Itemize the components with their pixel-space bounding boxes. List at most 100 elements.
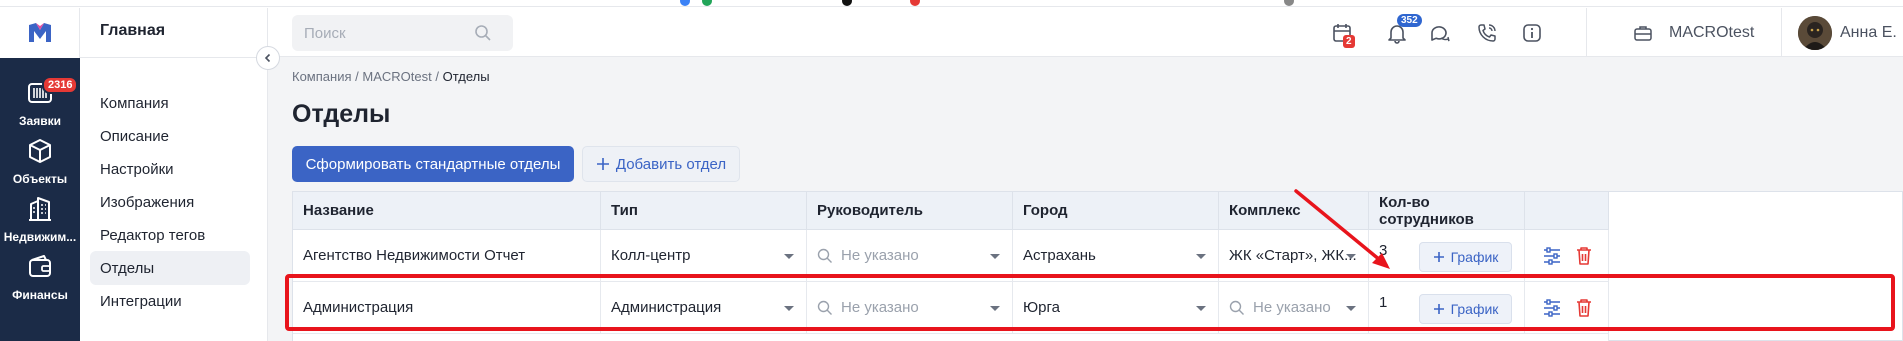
type-select-value: Администрация: [611, 299, 722, 316]
calendar-button[interactable]: 2: [1328, 19, 1356, 48]
phone-icon: [1478, 24, 1496, 42]
column-header-type[interactable]: Тип: [601, 192, 807, 230]
schedule-button[interactable]: График: [1419, 242, 1512, 272]
city-select[interactable]: Юрга: [1013, 282, 1219, 334]
plus-icon: [596, 158, 609, 170]
divider: [1586, 8, 1587, 57]
generate-standard-departments-button[interactable]: Сформировать стандартные отделы: [292, 146, 574, 182]
breadcrumb-separator: /: [355, 69, 359, 84]
requests-badge: 2316: [42, 76, 79, 94]
notifications-button[interactable]: 352: [1383, 14, 1422, 47]
search-icon: [1229, 300, 1245, 316]
add-department-button[interactable]: Добавить отдел: [582, 146, 740, 182]
chevron-down-icon: [990, 305, 1000, 311]
secondary-nav-title: Главная: [100, 22, 166, 39]
row-actions: [1525, 230, 1609, 282]
breadcrumb: Компания / MACROtest / Отделы: [292, 69, 490, 84]
trash-icon[interactable]: [1571, 295, 1597, 321]
departments-table: Название Тип Руководитель Город Комплекс…: [292, 191, 1903, 341]
column-header-manager[interactable]: Руководитель: [807, 192, 1013, 230]
main-content: 2 352 MACROtest: [268, 8, 1903, 341]
user-menu[interactable]: Анна Е.: [1798, 8, 1897, 57]
breadcrumb-link-company[interactable]: Компания: [292, 69, 352, 84]
nav-item-departments[interactable]: Отделы: [90, 251, 250, 285]
collapse-sidebar-button[interactable]: [256, 46, 280, 70]
phone-button[interactable]: [1473, 19, 1501, 47]
chevron-down-icon: [784, 253, 794, 259]
type-select[interactable]: Администрация: [601, 282, 807, 334]
chat-button[interactable]: [1426, 19, 1454, 47]
employee-count: 1: [1379, 294, 1388, 311]
chevron-down-icon: [1196, 305, 1206, 311]
divider: [1781, 8, 1782, 57]
breadcrumb-current: Отделы: [442, 69, 490, 84]
column-header-actions: [1525, 192, 1609, 230]
complex-select-value: Не указано: [1253, 299, 1331, 316]
filter-settings-icon[interactable]: [1539, 243, 1565, 269]
info-button[interactable]: [1518, 19, 1546, 47]
schedule-button[interactable]: График: [1419, 294, 1512, 324]
user-name: Анна Е.: [1840, 23, 1897, 41]
manager-select[interactable]: Не указано: [807, 230, 1013, 282]
rail-item-finance[interactable]: Финансы: [0, 242, 80, 312]
search-icon: [817, 300, 833, 316]
type-select[interactable]: Колл-центр: [601, 230, 807, 282]
nav-item-description[interactable]: Описание: [90, 119, 250, 153]
city-select[interactable]: Астрахань: [1013, 230, 1219, 282]
table-cell-name: Администрация: [293, 282, 601, 334]
m-logo-icon: [28, 23, 51, 42]
plus-icon: [1433, 252, 1444, 262]
divider: [80, 57, 268, 58]
breadcrumb-separator: /: [435, 69, 439, 84]
calendar-badge: 2: [1343, 35, 1355, 48]
schedule-label: График: [1450, 301, 1499, 317]
search-icon: [475, 25, 491, 41]
page-title: Отделы: [292, 100, 391, 128]
city-select-value: Астрахань: [1023, 247, 1096, 264]
chevron-left-icon: [264, 53, 271, 63]
employee-count-cell: 1 График: [1369, 282, 1525, 334]
manager-select-value: Не указано: [841, 247, 919, 264]
manager-select[interactable]: Не указано: [807, 282, 1013, 334]
nav-item-company[interactable]: Компания: [90, 86, 250, 120]
cube-icon: [26, 137, 54, 168]
app-logo[interactable]: [0, 8, 80, 58]
breadcrumb-link-macrotest[interactable]: MACROtest: [362, 69, 431, 84]
secondary-nav: Главная Компания Описание Настройки Изоб…: [80, 8, 268, 341]
info-icon: [1523, 24, 1541, 42]
avatar: [1798, 15, 1832, 50]
manager-select-value: Не указано: [841, 299, 919, 316]
browser-bookmark-strip: [0, 0, 1903, 7]
nav-item-tag-editor[interactable]: Редактор тегов: [90, 218, 250, 252]
nav-item-integrations[interactable]: Интеграции: [90, 284, 250, 318]
rail-item-label: Финансы: [12, 287, 68, 302]
search-icon: [817, 248, 833, 264]
city-select-value: Юрга: [1023, 299, 1060, 316]
nav-item-settings[interactable]: Настройки: [90, 152, 250, 186]
chevron-down-icon: [1196, 253, 1206, 259]
building-icon: [26, 195, 54, 226]
company-switcher[interactable]: MACROtest: [1633, 8, 1754, 57]
nav-item-images[interactable]: Изображения: [90, 185, 250, 219]
column-header-city[interactable]: Город: [1013, 192, 1219, 230]
chat-icon: [1431, 26, 1450, 42]
filter-settings-icon[interactable]: [1539, 295, 1565, 321]
column-header-name[interactable]: Название: [293, 192, 601, 230]
plus-icon: [1433, 304, 1444, 314]
annotation-arrow: [1294, 189, 1390, 269]
type-select-value: Колл-центр: [611, 247, 691, 264]
table-row: [293, 334, 1609, 341]
row-actions: [1525, 282, 1609, 334]
notifications-badge: 352: [1397, 14, 1422, 27]
add-department-label: Добавить отдел: [615, 155, 727, 173]
schedule-label: График: [1450, 249, 1499, 265]
briefcase-icon: [1634, 25, 1652, 41]
complex-select[interactable]: Не указано: [1219, 282, 1369, 334]
search-box[interactable]: [292, 15, 513, 51]
chevron-down-icon: [990, 253, 1000, 259]
chevron-down-icon: [784, 305, 794, 311]
search-input[interactable]: [304, 24, 474, 42]
trash-icon[interactable]: [1571, 243, 1597, 269]
wallet-icon: [26, 253, 54, 284]
top-bar: 2 352 MACROtest: [268, 8, 1903, 57]
